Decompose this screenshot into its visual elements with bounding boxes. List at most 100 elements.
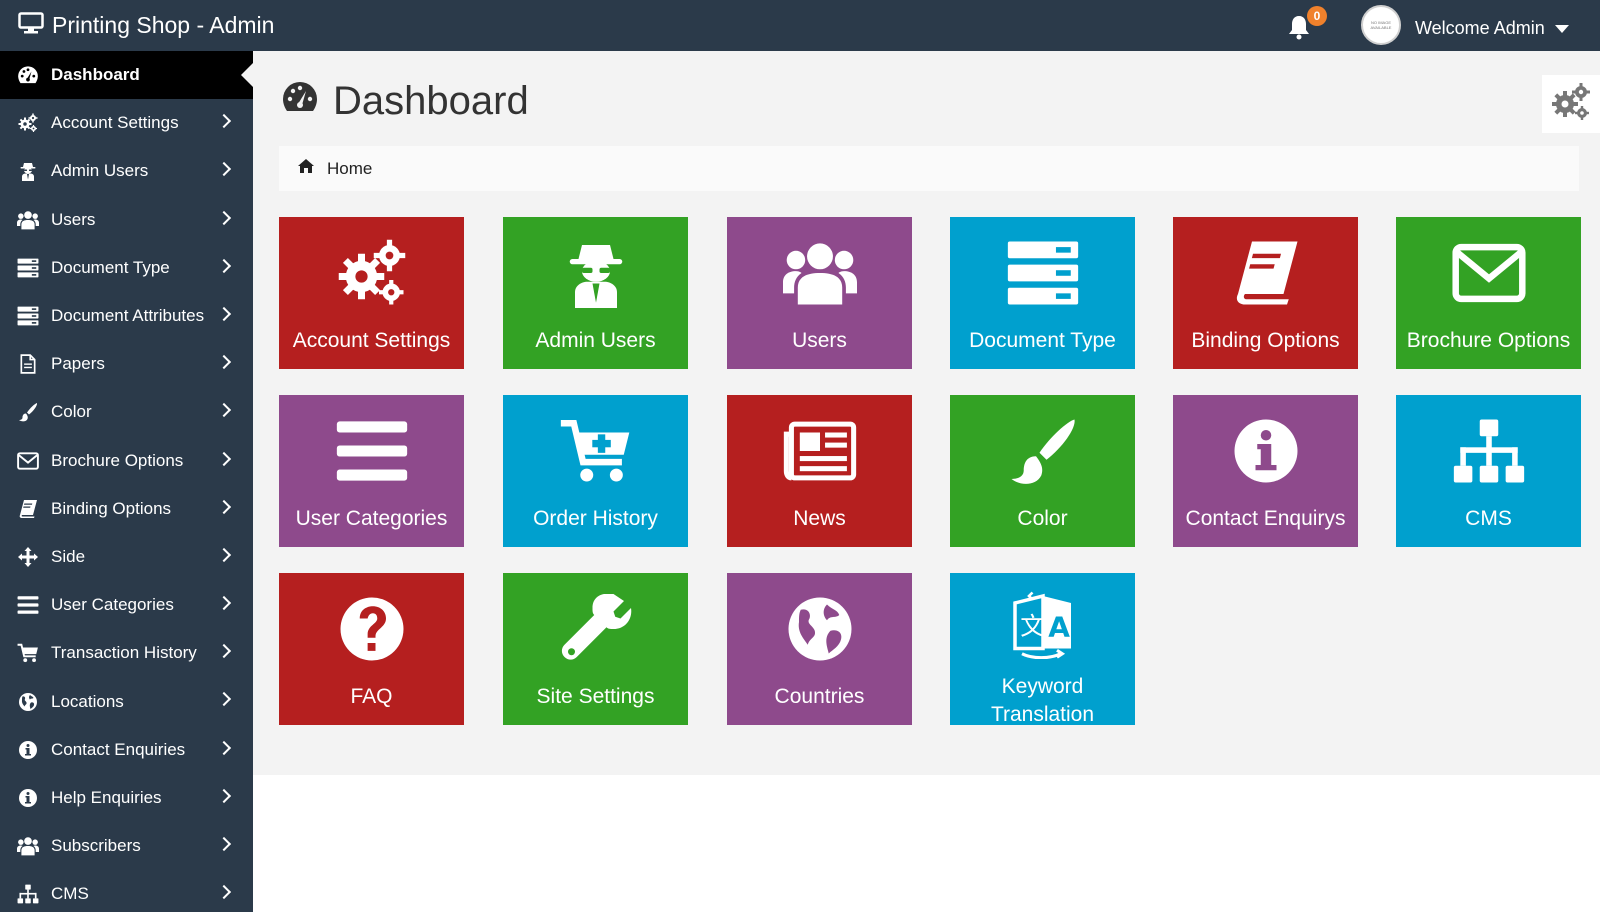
tile-user-categories[interactable]: User Categories xyxy=(279,395,464,547)
sidebar-item-document-attributes[interactable]: Document Attributes xyxy=(0,292,253,340)
desktop-icon xyxy=(18,11,44,40)
tile-contact-enquirys[interactable]: Contact Enquirys xyxy=(1173,395,1358,547)
settings-toggle-button[interactable] xyxy=(1542,75,1600,133)
chevron-right-icon xyxy=(216,499,232,514)
sidebar-item-transaction-history[interactable]: Transaction History xyxy=(0,629,253,677)
tile-label: Brochure Options xyxy=(1406,329,1571,352)
tile-color[interactable]: Color xyxy=(950,395,1135,547)
tile-faq[interactable]: FAQ xyxy=(279,573,464,725)
question-icon xyxy=(332,589,412,669)
sidebar-item-binding-options[interactable]: Binding Options xyxy=(0,485,253,533)
sidebar-item-label: Color xyxy=(51,402,92,422)
tile-binding-options[interactable]: Binding Options xyxy=(1173,217,1358,369)
sidebar-item-brochure-options[interactable]: Brochure Options xyxy=(0,437,253,485)
tile-label: User Categories xyxy=(295,507,448,530)
chevron-right-icon xyxy=(216,885,232,900)
sidebar-item-locations[interactable]: Locations xyxy=(0,677,253,725)
sitemap-icon xyxy=(16,883,40,905)
bars-icon xyxy=(16,594,40,616)
sidebar-item-account-settings[interactable]: Account Settings xyxy=(0,99,253,147)
users-icon xyxy=(780,233,860,313)
sidebar-item-subscribers[interactable]: Subscribers xyxy=(0,822,253,870)
sidebar-item-label: Brochure Options xyxy=(51,450,184,470)
sidebar-item-dashboard[interactable]: Dashboard xyxy=(0,51,253,100)
info-icon xyxy=(16,739,40,761)
tile-label: Document Type xyxy=(969,329,1116,352)
users-icon xyxy=(16,835,40,857)
user-secret-icon xyxy=(16,160,40,182)
info-icon xyxy=(1226,411,1306,491)
tile-label: Contact Enquirys xyxy=(1185,507,1346,530)
envelope-icon xyxy=(1449,233,1529,313)
avatar-placeholder-text: NO IMAGE AVAILABLE xyxy=(1370,20,1392,30)
cart-icon xyxy=(16,642,40,664)
svg-text:A: A xyxy=(1048,610,1070,643)
chevron-right-icon xyxy=(216,258,232,273)
sidebar-item-help-enquiries[interactable]: Help Enquiries xyxy=(0,774,253,822)
sidebar-item-label: Locations xyxy=(51,691,124,711)
tile-label: Account Settings xyxy=(292,329,451,352)
breadcrumb: Home xyxy=(279,146,1579,191)
sidebar-item-label: Papers xyxy=(51,354,105,374)
chevron-right-icon xyxy=(216,210,232,225)
brand[interactable]: Printing Shop - Admin xyxy=(18,0,274,51)
sidebar-item-color[interactable]: Color xyxy=(0,388,253,436)
tile-account-settings[interactable]: Account Settings xyxy=(279,217,464,369)
sidebar-item-label: CMS xyxy=(51,884,89,904)
gears-icon xyxy=(332,233,412,313)
dashboard-icon xyxy=(281,79,319,124)
tile-admin-users[interactable]: Admin Users xyxy=(503,217,688,369)
arrows-icon xyxy=(16,546,40,568)
translate-icon: 文A xyxy=(1003,589,1083,659)
paint-brush-icon xyxy=(16,401,40,423)
page-title: Dashboard xyxy=(281,79,529,124)
chevron-right-icon xyxy=(216,547,232,562)
chevron-right-icon xyxy=(216,740,232,755)
avatar[interactable]: NO IMAGE AVAILABLE xyxy=(1361,5,1401,45)
sidebar-item-label: User Categories xyxy=(51,595,174,615)
sidebar-item-side[interactable]: Side xyxy=(0,533,253,581)
user-menu[interactable]: Welcome Admin xyxy=(1415,0,1569,57)
sidebar-item-contact-enquiries[interactable]: Contact Enquiries xyxy=(0,726,253,774)
top-navbar: Printing Shop - Admin 0 NO IMAGE AVAILAB… xyxy=(0,0,1600,51)
sidebar-item-label: Side xyxy=(51,546,86,566)
user-secret-icon xyxy=(556,233,636,313)
sidebar-item-label: Admin Users xyxy=(51,161,149,181)
tile-site-settings[interactable]: Site Settings xyxy=(503,573,688,725)
users-icon xyxy=(16,209,40,231)
chevron-right-icon xyxy=(216,114,232,129)
sidebar-item-papers[interactable]: Papers xyxy=(0,340,253,388)
tile-cms[interactable]: CMS xyxy=(1396,395,1581,547)
book-icon xyxy=(1226,233,1306,313)
sidebar-item-label: Document Attributes xyxy=(51,306,205,326)
tile-brochure-options[interactable]: Brochure Options xyxy=(1396,217,1581,369)
welcome-text: Welcome Admin xyxy=(1415,18,1545,38)
sidebar-item-users[interactable]: Users xyxy=(0,196,253,244)
sidebar-item-document-type[interactable]: Document Type xyxy=(0,244,253,292)
tile-label: Binding Options xyxy=(1191,329,1340,352)
tile-news[interactable]: News xyxy=(727,395,912,547)
book-icon xyxy=(16,498,40,520)
sidebar-item-admin-users[interactable]: Admin Users xyxy=(0,147,253,195)
tile-label: Users xyxy=(792,329,847,352)
sidebar-item-cms[interactable]: CMS xyxy=(0,870,253,912)
chevron-right-icon xyxy=(216,644,232,659)
tile-label: FAQ xyxy=(350,685,393,708)
server-icon xyxy=(16,257,40,279)
tile-document-type[interactable]: Document Type xyxy=(950,217,1135,369)
sidebar-item-user-categories[interactable]: User Categories xyxy=(0,581,253,629)
chevron-right-icon xyxy=(216,788,232,803)
chevron-right-icon xyxy=(216,162,232,177)
newspaper-icon xyxy=(780,411,860,491)
tile-countries[interactable]: Countries xyxy=(727,573,912,725)
tile-users[interactable]: Users xyxy=(727,217,912,369)
chevron-right-icon xyxy=(216,306,232,322)
chevron-right-icon xyxy=(216,355,232,370)
sidebar-item-label: Account Settings xyxy=(51,113,179,133)
breadcrumb-home-link[interactable]: Home xyxy=(327,159,372,179)
tile-keyword-translation[interactable]: 文 A Keyword Translation xyxy=(950,573,1135,725)
tile-order-history[interactable]: Order History xyxy=(503,395,688,547)
notification-badge: 0 xyxy=(1307,6,1327,26)
chevron-right-icon xyxy=(216,451,232,466)
tile-label: Admin Users xyxy=(535,329,656,352)
